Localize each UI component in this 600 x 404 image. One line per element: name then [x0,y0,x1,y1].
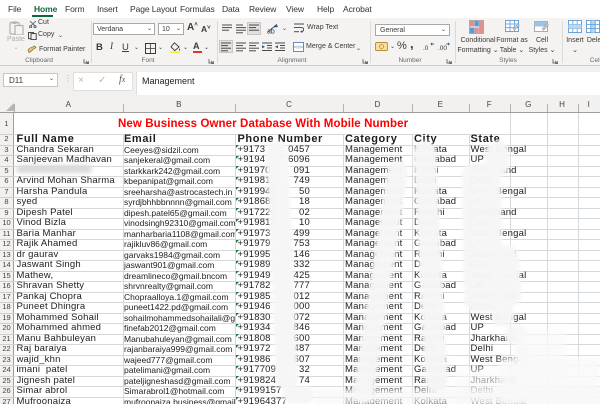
svg-text:.00: .00 [438,45,447,51]
svg-text:.0: .0 [423,45,429,51]
svg-text:ab: ab [267,29,275,35]
